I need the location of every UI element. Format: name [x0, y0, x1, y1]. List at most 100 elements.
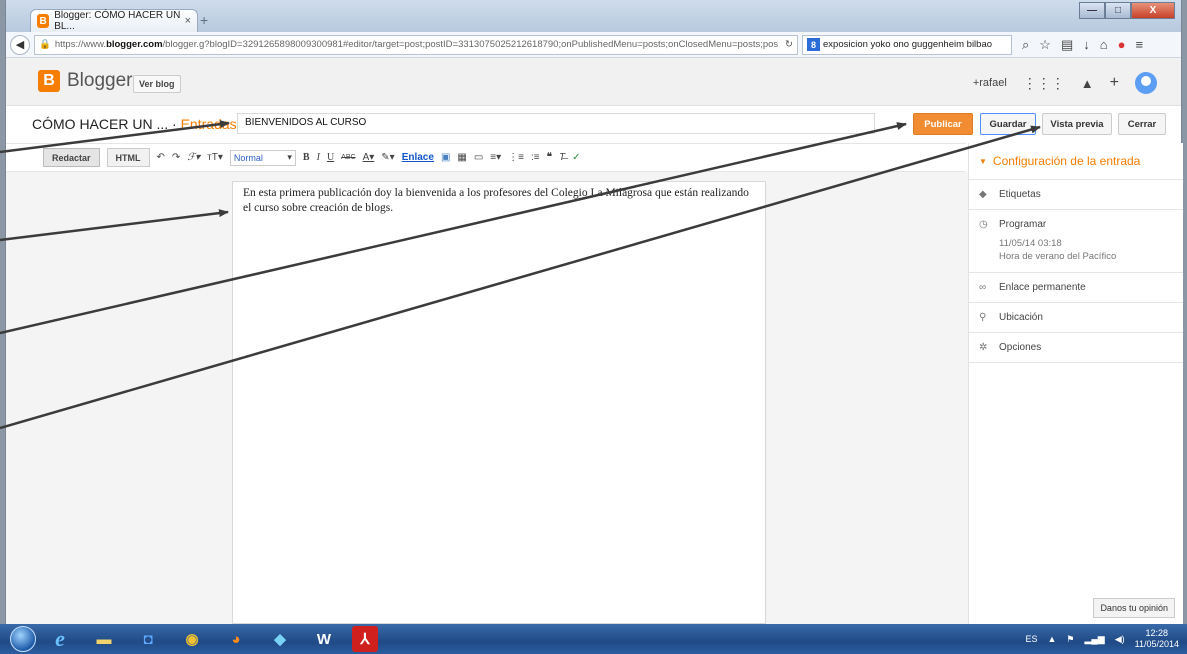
font-size-icon[interactable]: тT▾	[207, 152, 223, 163]
url-domain: blogger.com	[106, 39, 163, 50]
tray-arrow-icon[interactable]: ▲	[1047, 634, 1056, 644]
breadcrumb: CÓMO HACER UN ... · Entradas	[32, 116, 237, 132]
google-search-icon: 8	[807, 38, 820, 51]
clipboard-icon[interactable]: ▤	[1061, 37, 1073, 53]
undo-icon[interactable]: ↶	[157, 152, 165, 163]
editor-area: En esta primera publicación doy la bienv…	[6, 172, 968, 624]
italic-icon[interactable]: I	[317, 152, 320, 163]
post-title-input[interactable]: BIENVENIDOS AL CURSO	[237, 113, 875, 134]
internet-explorer-icon[interactable]: e	[40, 626, 80, 652]
user-name-link[interactable]: +rafael	[973, 77, 1007, 89]
back-arrow-icon[interactable]: ◀	[10, 34, 30, 55]
compose-mode-button[interactable]: Redactar	[43, 148, 100, 167]
clock-time: 12:28	[1145, 628, 1169, 638]
reload-icon[interactable]: ↻	[785, 39, 793, 50]
chrome-icon[interactable]: ◉	[172, 626, 212, 652]
preview-button[interactable]: Vista previa	[1042, 113, 1112, 135]
quote-icon[interactable]: ❝	[547, 152, 552, 163]
clear-formatting-icon[interactable]: T̶	[559, 152, 565, 163]
avatar[interactable]	[1135, 72, 1157, 94]
bold-icon[interactable]: B	[303, 152, 310, 163]
redo-icon[interactable]: ↷	[172, 152, 180, 163]
sidebar-item-permalink[interactable]: ∞ Enlace permanente	[969, 273, 1183, 303]
feedback-button[interactable]: Danos tu opinión	[1093, 598, 1175, 618]
browser-window: B Blogger: CÓMO HACER UN BL... × + — □ X…	[5, 0, 1183, 624]
search-icon[interactable]: ⌕	[1022, 37, 1029, 53]
text-color-icon[interactable]: A▾	[363, 152, 375, 163]
clock[interactable]: 12:28 11/05/2014	[1135, 628, 1179, 650]
font-family-icon[interactable]: ℱ▾	[187, 152, 200, 163]
breadcrumb-separator: ·	[168, 116, 181, 132]
url-path: /blogger.g?blogID=3291265898009300981#ed…	[162, 39, 779, 50]
acrobat-icon[interactable]: ⅄	[352, 626, 378, 652]
url-prefix: https://www.	[54, 39, 107, 50]
add-plus-icon[interactable]: +	[1110, 74, 1119, 92]
new-tab-button[interactable]: +	[200, 12, 208, 28]
schedule-datetime: 11/05/14 03:18	[999, 238, 1062, 249]
windows-taskbar: e ▬ ◘ ◉ ◕ ◆ W ⅄ ES ▲ ⚑ ▂▄▆ ◀) 12:28 11/0…	[0, 624, 1187, 654]
insert-video-icon[interactable]: ▦	[457, 152, 466, 163]
tab-close-icon[interactable]: ×	[185, 15, 191, 27]
sidebar-item-label: Opciones	[999, 342, 1042, 353]
system-tray: ES ▲ ⚑ ▂▄▆ ◀) 12:28 11/05/2014	[1025, 624, 1179, 654]
spellcheck-icon[interactable]: ✓	[572, 152, 580, 163]
tab-title: Blogger: CÓMO HACER UN BL...	[54, 10, 181, 32]
sidebar-item-label: Etiquetas	[999, 189, 1041, 200]
close-button[interactable]: Cerrar	[1118, 113, 1166, 135]
blogger-favicon-icon: B	[37, 14, 50, 28]
sidebar-item-options[interactable]: ✲ Opciones	[969, 333, 1183, 363]
insert-image-icon[interactable]: ▣	[441, 152, 450, 163]
file-explorer-icon[interactable]: ▬	[84, 626, 124, 652]
search-bar[interactable]: 8 exposicion yoko ono guggenheim bilbao	[802, 34, 1012, 55]
address-bar[interactable]: 🔒 https://www. blogger.com/blogger.g?blog…	[34, 34, 798, 55]
sidebar-item-location[interactable]: ⚲ Ubicación	[969, 303, 1183, 333]
browser-title-bar: B Blogger: CÓMO HACER UN BL... × + — □ X	[6, 0, 1181, 32]
network-icon[interactable]: ▂▄▆	[1084, 634, 1104, 645]
menu-icon[interactable]: ≡	[1135, 37, 1143, 53]
strikethrough-icon[interactable]: ABC	[341, 154, 355, 161]
outlook-icon[interactable]: ◘	[128, 626, 168, 652]
apps-grid-icon[interactable]: ⋮⋮⋮	[1023, 75, 1065, 92]
sidebar-item-schedule[interactable]: ◷ Programar 11/05/14 03:18 Hora de veran…	[969, 210, 1183, 273]
minimize-button[interactable]: —	[1079, 2, 1105, 19]
clock-icon: ◷	[979, 219, 988, 230]
addon-icon[interactable]: ●	[1118, 37, 1126, 53]
bulleted-list-icon[interactable]: :≡	[531, 152, 540, 163]
save-button[interactable]: Guardar	[980, 113, 1036, 135]
view-blog-button[interactable]: Ver blog	[133, 75, 181, 93]
clock-date: 11/05/2014	[1134, 639, 1179, 649]
breadcrumb-blog[interactable]: CÓMO HACER UN ...	[32, 116, 168, 132]
schedule-timezone: Hora de verano del Pacífico	[999, 251, 1117, 262]
window-close-button[interactable]: X	[1131, 2, 1175, 19]
align-icon[interactable]: ≡▾	[490, 152, 501, 163]
flag-icon[interactable]: ⚑	[1066, 634, 1074, 645]
jump-break-icon[interactable]: ▭	[474, 152, 483, 163]
browser-tab[interactable]: B Blogger: CÓMO HACER UN BL... ×	[30, 9, 198, 32]
volume-icon[interactable]: ◀)	[1115, 634, 1125, 645]
numbered-list-icon[interactable]: ⋮≡	[508, 152, 524, 163]
sidebar-item-label: Enlace permanente	[999, 282, 1086, 293]
maximize-button[interactable]: □	[1105, 2, 1131, 19]
download-icon[interactable]: ↓	[1083, 37, 1090, 53]
star-icon[interactable]: ☆	[1039, 37, 1051, 53]
language-indicator[interactable]: ES	[1025, 634, 1037, 644]
highlight-icon[interactable]: ✎▾	[381, 152, 394, 163]
post-settings-heading[interactable]: ▼ Configuración de la entrada	[969, 143, 1183, 180]
publish-button[interactable]: Publicar	[913, 113, 973, 135]
underline-icon[interactable]: U	[327, 152, 334, 163]
post-settings-title: Configuración de la entrada	[992, 154, 1141, 168]
lock-icon: 🔒	[39, 39, 51, 50]
sidebar-item-labels[interactable]: ◆ Etiquetas	[969, 180, 1183, 210]
windows-live-icon[interactable]: ◆	[260, 626, 300, 652]
word-icon[interactable]: W	[304, 626, 344, 652]
html-mode-button[interactable]: HTML	[106, 148, 150, 167]
breadcrumb-section[interactable]: Entradas	[181, 116, 237, 132]
notifications-bell-icon[interactable]: ▲	[1081, 76, 1094, 91]
home-icon[interactable]: ⌂	[1100, 37, 1108, 53]
post-body-editor[interactable]: En esta primera publicación doy la bienv…	[232, 181, 766, 624]
start-button-icon[interactable]	[10, 626, 36, 652]
link-button[interactable]: Enlace	[402, 152, 434, 163]
format-select[interactable]: Normal ▾	[229, 149, 296, 166]
firefox-icon[interactable]: ◕	[216, 626, 256, 652]
blogger-logo[interactable]: B Blogger	[38, 70, 133, 92]
